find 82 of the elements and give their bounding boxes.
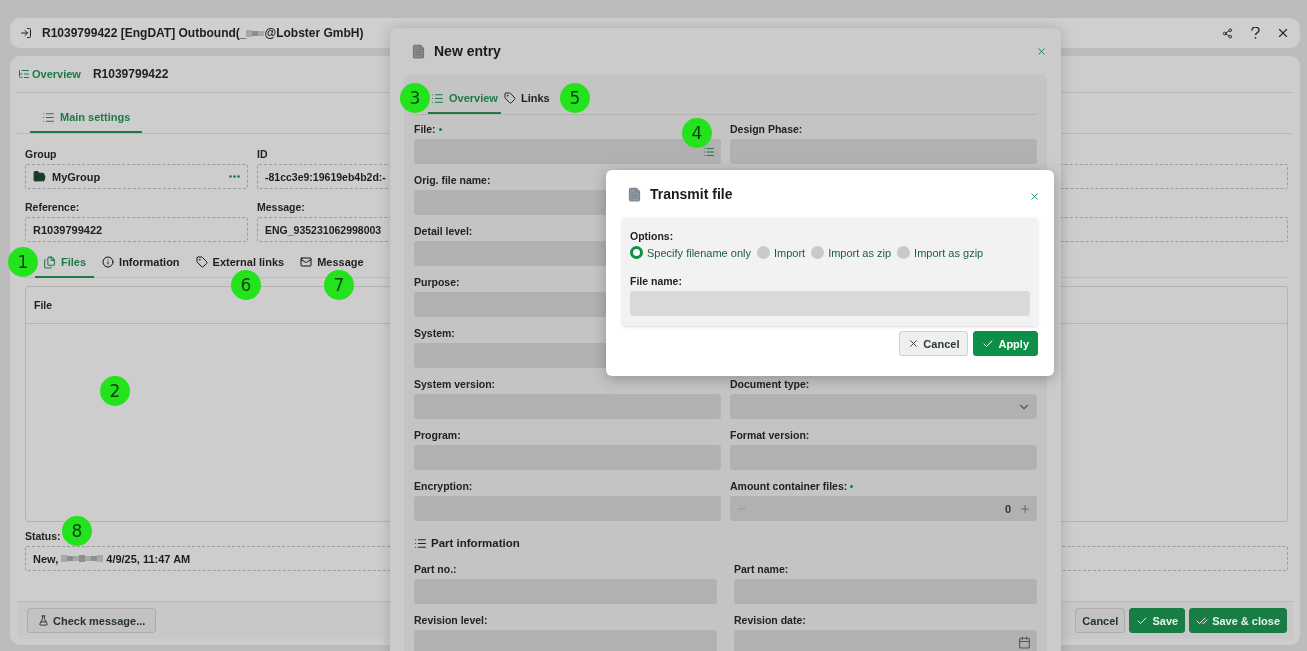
pixelated-blur [61,554,104,563]
field-label: Detail level: [414,225,473,237]
close-icon [908,338,920,349]
plus-icon[interactable] [1019,502,1031,515]
select-field[interactable] [730,394,1037,419]
field-label: Format version: [730,429,810,441]
tab[interactable]: Main settings [30,103,143,133]
tab[interactable]: Information [94,248,188,278]
action-button[interactable]: Cancel [1075,608,1126,633]
dialog-title: New entry [434,43,501,59]
radio-button[interactable] [630,246,643,259]
dialog-button[interactable]: Cancel [899,331,969,356]
overview-link[interactable]: Overview [18,68,81,80]
tag-icon [503,92,516,104]
radio-button[interactable] [756,246,770,259]
field-value: -81cc3e9:19619eb4b2d:- [265,170,386,183]
window-title: R1039799422 [EngDAT] Outbound(_ @Lobster GmbH) [42,26,364,40]
tree-icon [18,68,30,80]
input-field[interactable] [630,291,1030,316]
share-button[interactable] [1222,27,1233,39]
more-icon[interactable] [229,175,240,178]
field-label: Options: [630,230,674,242]
field-label: Revision date: [734,614,806,626]
field-label: File name: [630,275,682,287]
field-label: Group [25,148,57,160]
column-header: File [34,299,53,311]
tab[interactable]: Links [500,84,553,114]
section-title: Part information [431,537,520,549]
info-icon [102,256,115,268]
status-value: New, 4/9/25, 11:47 AM [33,552,191,565]
field-label: Encryption: [414,480,473,492]
field-label: Design Phase: [730,123,803,135]
help-button[interactable] [1251,27,1260,39]
list-icon [431,91,444,105]
field-value: MyGroup [52,170,101,183]
input-field[interactable]: 0 [730,496,1037,521]
action-button[interactable]: Save [1129,608,1186,633]
option-label: Import [773,246,806,259]
close-button[interactable] [1276,26,1290,40]
field-label: File: [414,123,442,135]
field-label: ID [257,148,268,160]
radio-button[interactable] [897,246,911,259]
field-label: Part no.: [414,563,457,575]
field-label: Status: [25,530,61,542]
field-label: System: [414,327,455,339]
field-label: Program: [414,429,461,441]
folder-icon [33,170,46,183]
list-icon [42,110,55,124]
field-label: Message: [257,201,305,213]
radio-button[interactable] [811,246,825,259]
tag-icon [195,256,208,268]
breadcrumb-current: R1039799422 [92,67,169,81]
pixelated-blur [246,28,265,38]
option-label: Import as zip [828,246,892,259]
field-label: Reference: [25,201,80,213]
field-label: System version: [414,378,496,390]
files-icon [43,255,56,269]
field-label: Document type: [730,378,810,390]
check-message-button[interactable]: Check message... [27,608,157,633]
calendar-icon[interactable] [1018,636,1031,649]
field-label: Part name: [734,563,789,575]
list-icon [414,536,427,550]
field-label: Orig. file name: [414,174,491,186]
field-value: ENG_935231062998003 [265,223,382,236]
number-value: 0 [1004,502,1011,515]
field-value: R1039799422 [33,223,103,236]
dialog-title: Transmit file [650,186,733,202]
dialog-button[interactable]: Apply [973,331,1038,356]
list-icon[interactable] [703,145,715,158]
field-label: Revision level: [414,614,488,626]
document-icon [411,43,426,59]
document-icon [627,186,642,202]
option-label: Specify filename only [647,246,751,259]
envelope-icon [300,256,313,268]
field-label: Amount container files: [730,480,854,492]
input-field[interactable] [414,139,721,164]
option-label: Import as gzip [914,246,984,259]
field-label: Purpose: [414,276,460,288]
action-button[interactable]: Save & close [1189,608,1287,633]
input-field[interactable] [734,630,1037,651]
flask-icon [38,615,49,626]
exit-icon [20,27,32,39]
